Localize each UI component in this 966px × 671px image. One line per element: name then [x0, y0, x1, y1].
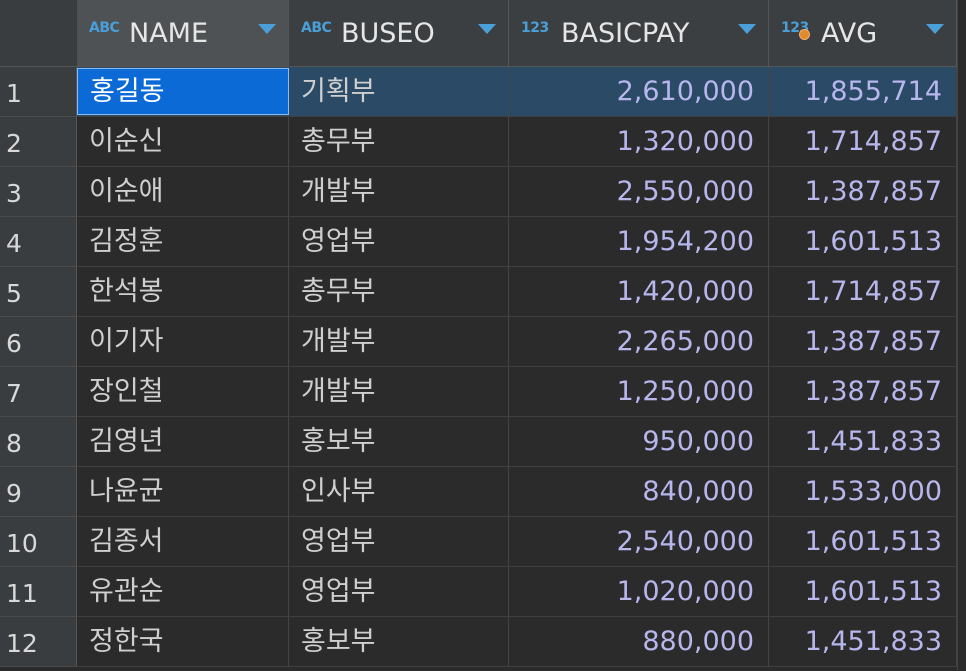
text-type-icon: ABC: [89, 20, 120, 36]
cell-avg[interactable]: 1,601,513: [769, 217, 957, 267]
column-header-buseo[interactable]: ABC BUSEO: [289, 0, 509, 66]
cell-name[interactable]: 김정훈: [77, 217, 289, 267]
cell-name[interactable]: 정한국: [77, 617, 289, 667]
cell-buseo[interactable]: 개발부: [289, 367, 509, 417]
cell-name[interactable]: 홍길동: [77, 68, 289, 115]
cell-basicpay[interactable]: 2,265,000: [509, 317, 769, 367]
cell-avg[interactable]: 1,601,513: [769, 567, 957, 617]
table-row[interactable]: 8 김영년 홍보부 950,000 1,451,833: [0, 417, 966, 467]
cell-buseo[interactable]: 영업부: [289, 217, 509, 267]
grid-header: ABC NAME ABC BUSEO 123 BASICPAY 123 AVG: [0, 0, 966, 67]
table-row[interactable]: 1 홍길동 기획부 2,610,000 1,855,714: [0, 67, 966, 117]
cell-avg[interactable]: 1,714,857: [769, 117, 957, 167]
column-header-basicpay[interactable]: 123 BASICPAY: [509, 0, 769, 66]
table-row[interactable]: 2 이순신 총무부 1,320,000 1,714,857: [0, 117, 966, 167]
text-type-icon: ABC: [301, 20, 332, 36]
column-header-name[interactable]: ABC NAME: [77, 0, 289, 66]
row-number[interactable]: 11: [0, 567, 77, 617]
table-row[interactable]: 5 한석봉 총무부 1,420,000 1,714,857: [0, 267, 966, 317]
cell-name[interactable]: 유관순: [77, 567, 289, 617]
cell-buseo[interactable]: 인사부: [289, 467, 509, 517]
cell-name[interactable]: 김영년: [77, 417, 289, 467]
cell-name[interactable]: 이기자: [77, 317, 289, 367]
column-title: BASICPAY: [561, 18, 690, 49]
cell-buseo[interactable]: 기획부: [289, 67, 509, 117]
row-number[interactable]: 10: [0, 517, 77, 567]
cell-basicpay[interactable]: 840,000: [509, 467, 769, 517]
cell-avg[interactable]: 1,451,833: [769, 417, 957, 467]
row-number[interactable]: 3: [0, 167, 77, 217]
cell-avg[interactable]: 1,387,857: [769, 167, 957, 217]
cell-buseo[interactable]: 홍보부: [289, 617, 509, 667]
cell-basicpay[interactable]: 1,250,000: [509, 367, 769, 417]
cell-name[interactable]: 이순신: [77, 117, 289, 167]
cell-avg[interactable]: 1,714,857: [769, 267, 957, 317]
cell-buseo[interactable]: 개발부: [289, 317, 509, 367]
cell-buseo[interactable]: 영업부: [289, 517, 509, 567]
row-number[interactable]: 2: [0, 117, 77, 167]
cell-avg[interactable]: 1,387,857: [769, 367, 957, 417]
row-number[interactable]: 7: [0, 367, 77, 417]
grid-corner[interactable]: [0, 0, 78, 66]
cell-basicpay[interactable]: 1,954,200: [509, 217, 769, 267]
cell-basicpay[interactable]: 1,020,000: [509, 567, 769, 617]
cell-buseo[interactable]: 개발부: [289, 167, 509, 217]
table-row[interactable]: 3 이순애 개발부 2,550,000 1,387,857: [0, 167, 966, 217]
grid-right-edge: [957, 0, 966, 670]
table-row[interactable]: 11 유관순 영업부 1,020,000 1,601,513: [0, 567, 966, 617]
cell-name[interactable]: 한석봉: [77, 267, 289, 317]
table-row[interactable]: 9 나윤균 인사부 840,000 1,533,000: [0, 467, 966, 517]
table-row[interactable]: 12 정한국 홍보부 880,000 1,451,833: [0, 617, 966, 667]
cell-basicpay[interactable]: 1,320,000: [509, 117, 769, 167]
cell-basicpay[interactable]: 1,420,000: [509, 267, 769, 317]
row-number[interactable]: 12: [0, 617, 77, 667]
cell-avg[interactable]: 1,601,513: [769, 517, 957, 567]
cell-basicpay[interactable]: 2,610,000: [509, 67, 769, 117]
row-number[interactable]: 6: [0, 317, 77, 367]
cell-basicpay[interactable]: 950,000: [509, 417, 769, 467]
cell-name[interactable]: 나윤균: [77, 467, 289, 517]
number-type-icon: 123: [521, 20, 549, 36]
chevron-down-icon[interactable]: [926, 24, 944, 34]
cell-buseo[interactable]: 홍보부: [289, 417, 509, 467]
chevron-down-icon[interactable]: [258, 24, 276, 34]
cell-basicpay[interactable]: 880,000: [509, 617, 769, 667]
cell-basicpay[interactable]: 2,540,000: [509, 517, 769, 567]
computed-column-dot-icon: [799, 29, 810, 40]
table-row[interactable]: 10 김종서 영업부 2,540,000 1,601,513: [0, 517, 966, 567]
cell-name[interactable]: 김종서: [77, 517, 289, 567]
row-number[interactable]: 9: [0, 467, 77, 517]
table-row[interactable]: 4 김정훈 영업부 1,954,200 1,601,513: [0, 217, 966, 267]
row-number[interactable]: 8: [0, 417, 77, 467]
chevron-down-icon[interactable]: [738, 24, 756, 34]
cell-name[interactable]: 장인철: [77, 367, 289, 417]
row-number[interactable]: 1: [0, 67, 77, 117]
table-row[interactable]: 6 이기자 개발부 2,265,000 1,387,857: [0, 317, 966, 367]
cell-avg[interactable]: 1,855,714: [769, 67, 957, 117]
cell-basicpay[interactable]: 2,550,000: [509, 167, 769, 217]
cell-buseo[interactable]: 영업부: [289, 567, 509, 617]
row-number[interactable]: 4: [0, 217, 77, 267]
cell-avg[interactable]: 1,387,857: [769, 317, 957, 367]
cell-name[interactable]: 이순애: [77, 167, 289, 217]
column-header-avg[interactable]: 123 AVG: [769, 0, 957, 66]
column-title: AVG: [821, 18, 878, 49]
cell-buseo[interactable]: 총무부: [289, 117, 509, 167]
chevron-down-icon[interactable]: [478, 24, 496, 34]
cell-avg[interactable]: 1,451,833: [769, 617, 957, 667]
column-title: BUSEO: [341, 18, 435, 49]
column-title: NAME: [129, 18, 209, 49]
result-grid: ABC NAME ABC BUSEO 123 BASICPAY 123 AVG …: [0, 0, 966, 670]
row-number[interactable]: 5: [0, 267, 77, 317]
cell-buseo[interactable]: 총무부: [289, 267, 509, 317]
cell-avg[interactable]: 1,533,000: [769, 467, 957, 517]
table-row[interactable]: 7 장인철 개발부 1,250,000 1,387,857: [0, 367, 966, 417]
